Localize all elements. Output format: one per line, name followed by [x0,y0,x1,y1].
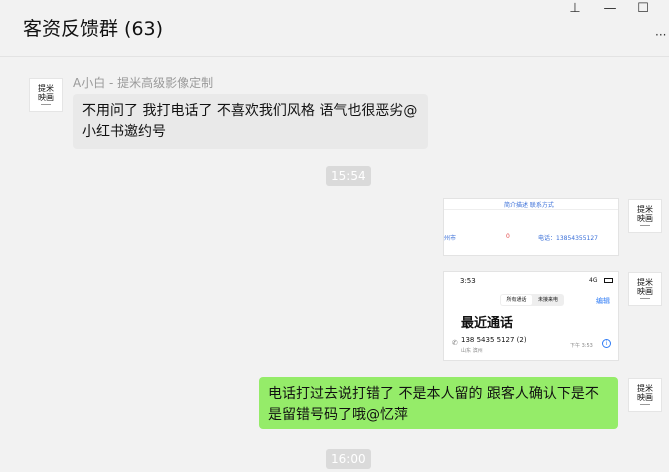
chat-title: 客资反馈群 (63) [23,18,164,40]
status-time: 3:53 [460,277,476,285]
avatar-divider [640,298,650,299]
image-header-text: 简介描述 联系方式 [504,202,554,209]
call-time: 下午 3:53 [570,343,593,349]
avatar-text: 提米 [637,278,653,287]
pin-icon[interactable]: ⊥ [560,0,590,18]
recents-heading: 最近通话 [461,316,514,331]
minimize-button[interactable]: — [595,0,625,18]
message-bubble[interactable]: 不用问了 我打电话了 不喜欢我们风格 语气也很恶劣@小红书邀约号 [73,94,428,149]
image-message[interactable]: 3:53 4G 所有通话 未接来电 编辑 最近通话 ✆ 138 5435 512… [443,271,619,361]
call-location: 山东 滨州 [461,348,483,354]
maximize-button[interactable]: ☐ [628,0,658,18]
avatar-text: 映画 [637,393,653,402]
more-options-icon[interactable]: ··· [655,28,669,42]
image-cell-text: 电话：13854355127 [538,235,598,242]
edit-link: 编辑 [596,297,610,305]
call-number: 138 5435 5127 (2) [461,336,527,344]
avatar[interactable]: 提米 映画 [628,272,662,306]
timestamp: 15:54 [326,166,371,186]
avatar-divider [640,404,650,405]
avatar-text: 提米 [637,205,653,214]
avatar-text: 提米 [38,84,54,93]
avatar-text: 映画 [637,214,653,223]
avatar-text: 映画 [637,287,653,296]
status-signal: 4G [589,277,598,284]
image-cell-text: 州市 [444,235,457,242]
avatar-text: 提米 [637,384,653,393]
image-cell-text: 0 [506,233,510,240]
tab-all-calls: 所有通话 [501,295,532,305]
avatar[interactable]: 提米 映画 [628,199,662,233]
info-icon: i [602,339,611,348]
segmented-control: 所有通话 未接来电 [500,294,564,306]
image-message[interactable]: 简介描述 联系方式 州市 0 电话：13854355127 [443,198,619,256]
avatar-divider [41,104,51,105]
avatar[interactable]: 提米 映画 [29,78,63,112]
message-bubble[interactable]: 电话打过去说打错了 不是本人留的 跟客人确认下是不是留错号码了哦@忆萍 [259,377,618,429]
timestamp: 16:00 [326,449,371,469]
battery-icon [604,278,613,283]
sender-name: A小白 - 提米高级影像定制 [73,76,214,90]
tab-missed-calls: 未接来电 [537,297,558,303]
avatar-divider [640,225,650,226]
title-bar: 客资反馈群 (63) ⊥ — ☐ ··· [0,0,669,57]
phone-icon: ✆ [452,339,458,347]
avatar[interactable]: 提米 映画 [628,378,662,412]
avatar-text: 映画 [38,93,54,102]
